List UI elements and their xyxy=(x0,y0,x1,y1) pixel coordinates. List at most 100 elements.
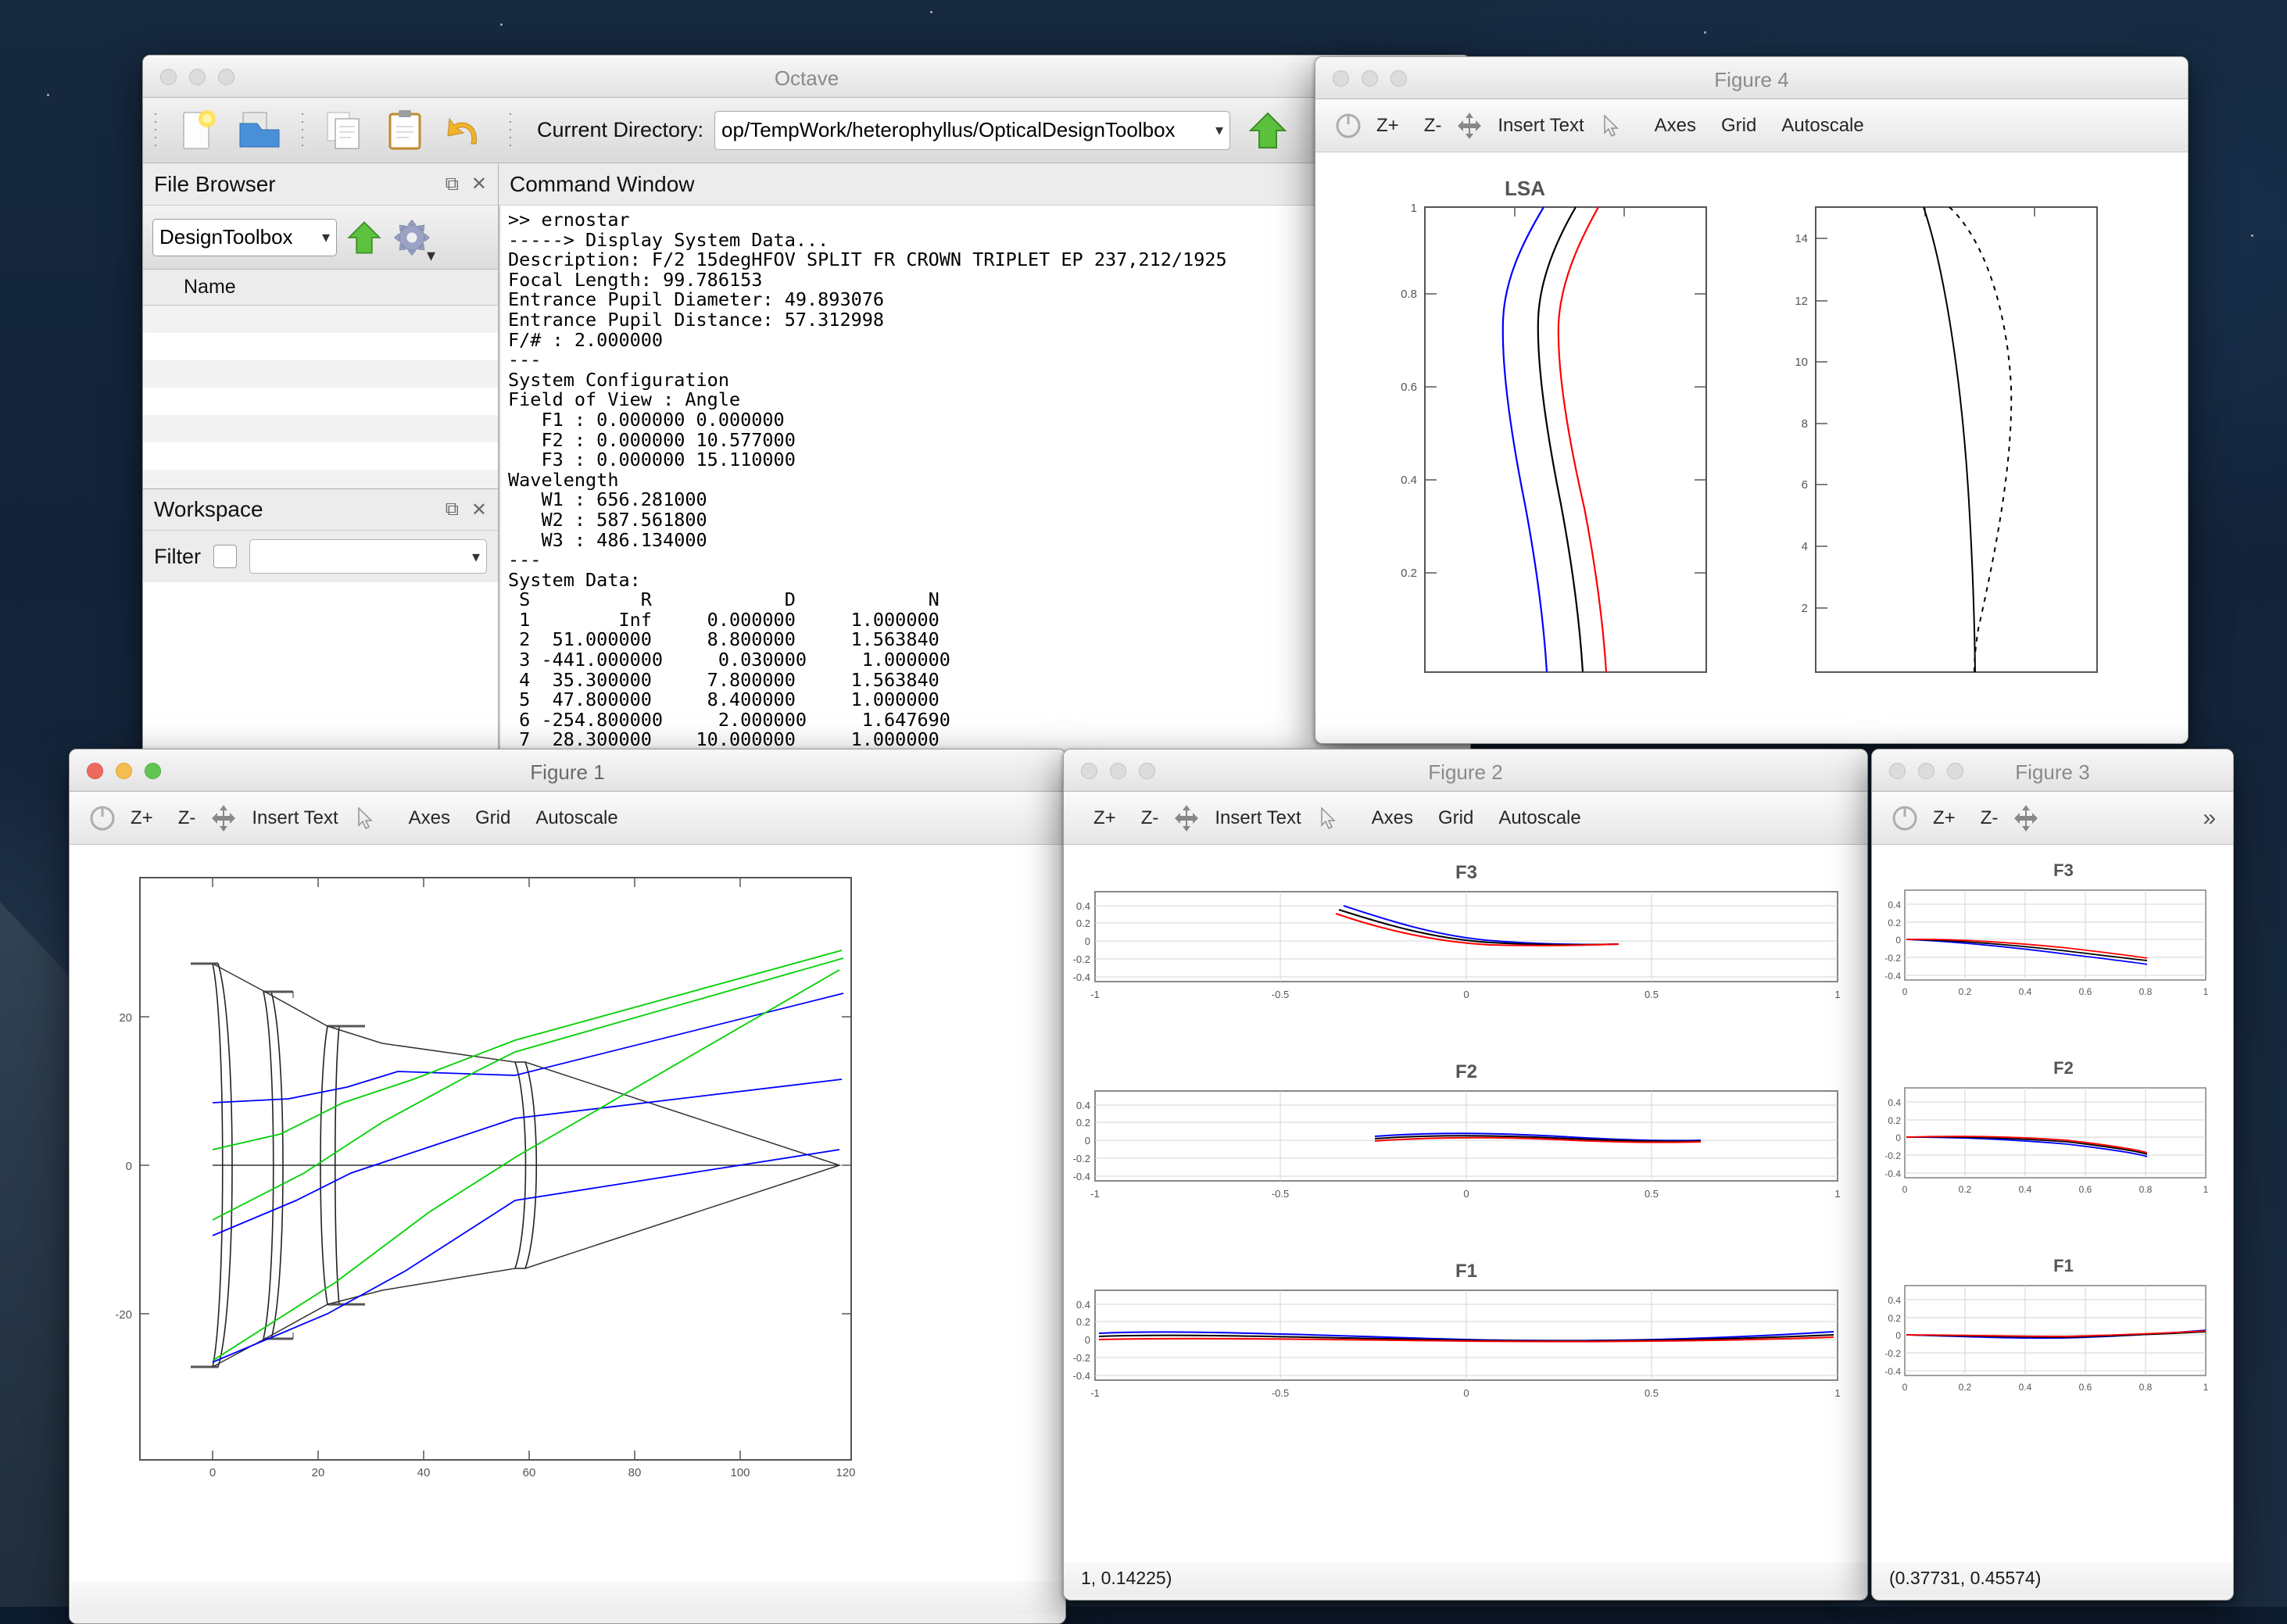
chevron-down-icon[interactable]: ▾ xyxy=(1209,120,1223,140)
zoom-in-button[interactable]: Z+ xyxy=(118,807,166,829)
figure4-canvas[interactable]: LSA 1 0.8 0.6 0.4 0.2 xyxy=(1315,152,2188,743)
file-row[interactable] xyxy=(143,470,498,488)
workspace-filter-label: Filter xyxy=(154,545,201,569)
zoom-in-button[interactable]: Z+ xyxy=(1920,807,1968,829)
copy-icon[interactable] xyxy=(320,106,371,155)
axes-button[interactable]: Axes xyxy=(396,807,463,829)
pan-move-icon[interactable] xyxy=(208,803,239,834)
svg-text:1: 1 xyxy=(2203,986,2209,997)
file-browser-list[interactable] xyxy=(143,306,498,488)
file-row[interactable] xyxy=(143,442,498,470)
workspace-filter-row[interactable]: Filter ▾ xyxy=(143,531,498,582)
paste-icon[interactable] xyxy=(381,106,432,155)
figure1-window[interactable]: Figure 1 Z+ Z- Insert Text Axes Grid Aut… xyxy=(69,749,1066,1624)
chevron-down-icon[interactable]: ▾ xyxy=(466,547,480,567)
figure1-status-bar xyxy=(70,1579,1065,1614)
octave-logo-icon[interactable] xyxy=(1889,803,1920,834)
pan-move-icon[interactable] xyxy=(2010,803,2042,834)
pan-move-icon[interactable] xyxy=(1454,110,1485,141)
zoom-out-button[interactable]: Z- xyxy=(1412,115,1455,137)
close-icon[interactable]: ✕ xyxy=(471,173,487,195)
figure1-canvas[interactable]: 0 20 40 60 80 100 120 20 0 -20 xyxy=(70,845,1065,1579)
figure3-window[interactable]: Figure 3 Z+ Z- » F3 xyxy=(1871,749,2234,1601)
zoom-out-button[interactable]: Z- xyxy=(1968,807,2011,829)
file-row[interactable] xyxy=(143,306,498,333)
file-row[interactable] xyxy=(143,360,498,388)
octave-logo-icon[interactable] xyxy=(87,803,118,834)
grid-button[interactable]: Grid xyxy=(1426,807,1486,829)
file-browser-path-combo[interactable]: DesignToolbox ▾ xyxy=(152,219,337,256)
autoscale-button[interactable]: Autoscale xyxy=(523,807,630,829)
svg-text:0.2: 0.2 xyxy=(1076,1316,1090,1328)
open-folder-icon[interactable] xyxy=(234,106,285,155)
workspace-filter-checkbox[interactable] xyxy=(213,545,237,568)
figure3-titlebar[interactable]: Figure 3 xyxy=(1872,749,2233,792)
current-directory-input[interactable]: op/TempWork/heterophyllus/OpticalDesignT… xyxy=(714,111,1230,150)
f1-title: F1 xyxy=(2053,1256,2074,1275)
axes-button[interactable]: Axes xyxy=(1642,115,1709,137)
toolbar-separator-2 xyxy=(509,110,512,151)
svg-text:0.2: 0.2 xyxy=(1959,1184,1972,1195)
figure2-canvas[interactable]: F3 0.40.2 0-0.2-0.4 -1-0.50 0.51 xyxy=(1064,845,1867,1561)
axes-button[interactable]: Axes xyxy=(1359,807,1426,829)
file-row[interactable] xyxy=(143,333,498,360)
insert-text-button[interactable]: Insert Text xyxy=(1485,115,1596,137)
zoom-out-button[interactable]: Z- xyxy=(1129,807,1172,829)
chevron-down-icon[interactable]: ▾ xyxy=(316,227,330,247)
svg-text:1: 1 xyxy=(2203,1184,2209,1195)
file-row[interactable] xyxy=(143,415,498,442)
zoom-in-button[interactable]: Z+ xyxy=(1081,807,1129,829)
figure4-toolbar[interactable]: Z+ Z- Insert Text Axes Grid Autoscale xyxy=(1315,99,2188,152)
chevron-double-right-icon[interactable]: » xyxy=(2203,805,2216,832)
figure3-canvas[interactable]: F3 0.40.2 0-0.2-0.4 00.20.4 0.60.81 xyxy=(1872,845,2233,1561)
workspace-filter-input[interactable]: ▾ xyxy=(249,539,487,574)
figure1-toolbar[interactable]: Z+ Z- Insert Text Axes Grid Autoscale xyxy=(70,792,1065,845)
figure2-titlebar[interactable]: Figure 2 xyxy=(1064,749,1867,792)
undo-icon[interactable] xyxy=(442,106,493,155)
pan-move-icon[interactable] xyxy=(1171,803,1202,834)
undock-icon[interactable]: ⧉ xyxy=(446,499,459,520)
grid-button[interactable]: Grid xyxy=(1709,115,1769,137)
file-browser-settings[interactable]: ▾ xyxy=(392,217,432,258)
figure4-titlebar[interactable]: Figure 4 xyxy=(1315,57,2188,99)
insert-text-button[interactable]: Insert Text xyxy=(1202,807,1313,829)
octave-titlebar[interactable]: Octave xyxy=(143,55,1470,98)
figure2-window[interactable]: Figure 2 Z+ Z- Insert Text Axes Grid Aut… xyxy=(1063,749,1868,1601)
insert-text-button[interactable]: Insert Text xyxy=(239,807,350,829)
new-file-icon[interactable] xyxy=(173,106,224,155)
octave-toolbar[interactable]: Current Directory: op/TempWork/heterophy… xyxy=(143,98,1470,163)
file-browser-toolbar[interactable]: DesignToolbox ▾ xyxy=(143,206,498,270)
autoscale-button[interactable]: Autoscale xyxy=(1769,115,1876,137)
zoom-in-button[interactable]: Z+ xyxy=(1364,115,1412,137)
chevron-down-icon[interactable]: ▾ xyxy=(427,245,435,266)
svg-text:1: 1 xyxy=(1411,202,1417,215)
zoom-out-button[interactable]: Z- xyxy=(166,807,209,829)
octave-main-window[interactable]: Octave xyxy=(142,55,1471,766)
close-icon[interactable]: ✕ xyxy=(471,499,487,521)
toolbar-drag-handle[interactable] xyxy=(154,110,157,151)
svg-text:8: 8 xyxy=(1802,417,1808,431)
svg-text:0: 0 xyxy=(1463,989,1469,1000)
select-pointer-icon[interactable] xyxy=(1597,110,1628,141)
up-arrow-icon[interactable] xyxy=(1246,109,1290,152)
figure2-toolbar[interactable]: Z+ Z- Insert Text Axes Grid Autoscale xyxy=(1064,792,1867,845)
select-pointer-icon[interactable] xyxy=(351,803,382,834)
figure4-window[interactable]: Figure 4 Z+ Z- Insert Text Axes Grid Aut… xyxy=(1315,56,2189,744)
figure1-titlebar[interactable]: Figure 1 xyxy=(70,749,1065,792)
current-directory-value: op/TempWork/heterophyllus/OpticalDesignT… xyxy=(721,118,1209,142)
svg-text:-0.4: -0.4 xyxy=(1884,1366,1901,1377)
svg-text:0.5: 0.5 xyxy=(1645,989,1659,1000)
svg-text:0.4: 0.4 xyxy=(2019,986,2032,997)
workspace-variable-list[interactable] xyxy=(143,582,498,765)
file-row[interactable] xyxy=(143,388,498,415)
svg-text:-0.4: -0.4 xyxy=(1073,1370,1090,1382)
svg-text:0.6: 0.6 xyxy=(2079,1382,2092,1393)
octave-logo-icon[interactable] xyxy=(1333,110,1364,141)
select-pointer-icon[interactable] xyxy=(1314,803,1345,834)
svg-text:-0.2: -0.2 xyxy=(1884,953,1901,964)
file-browser-up-icon[interactable] xyxy=(345,218,384,257)
undock-icon[interactable]: ⧉ xyxy=(446,173,459,195)
autoscale-button[interactable]: Autoscale xyxy=(1486,807,1593,829)
figure3-toolbar[interactable]: Z+ Z- » xyxy=(1872,792,2233,845)
grid-button[interactable]: Grid xyxy=(463,807,523,829)
